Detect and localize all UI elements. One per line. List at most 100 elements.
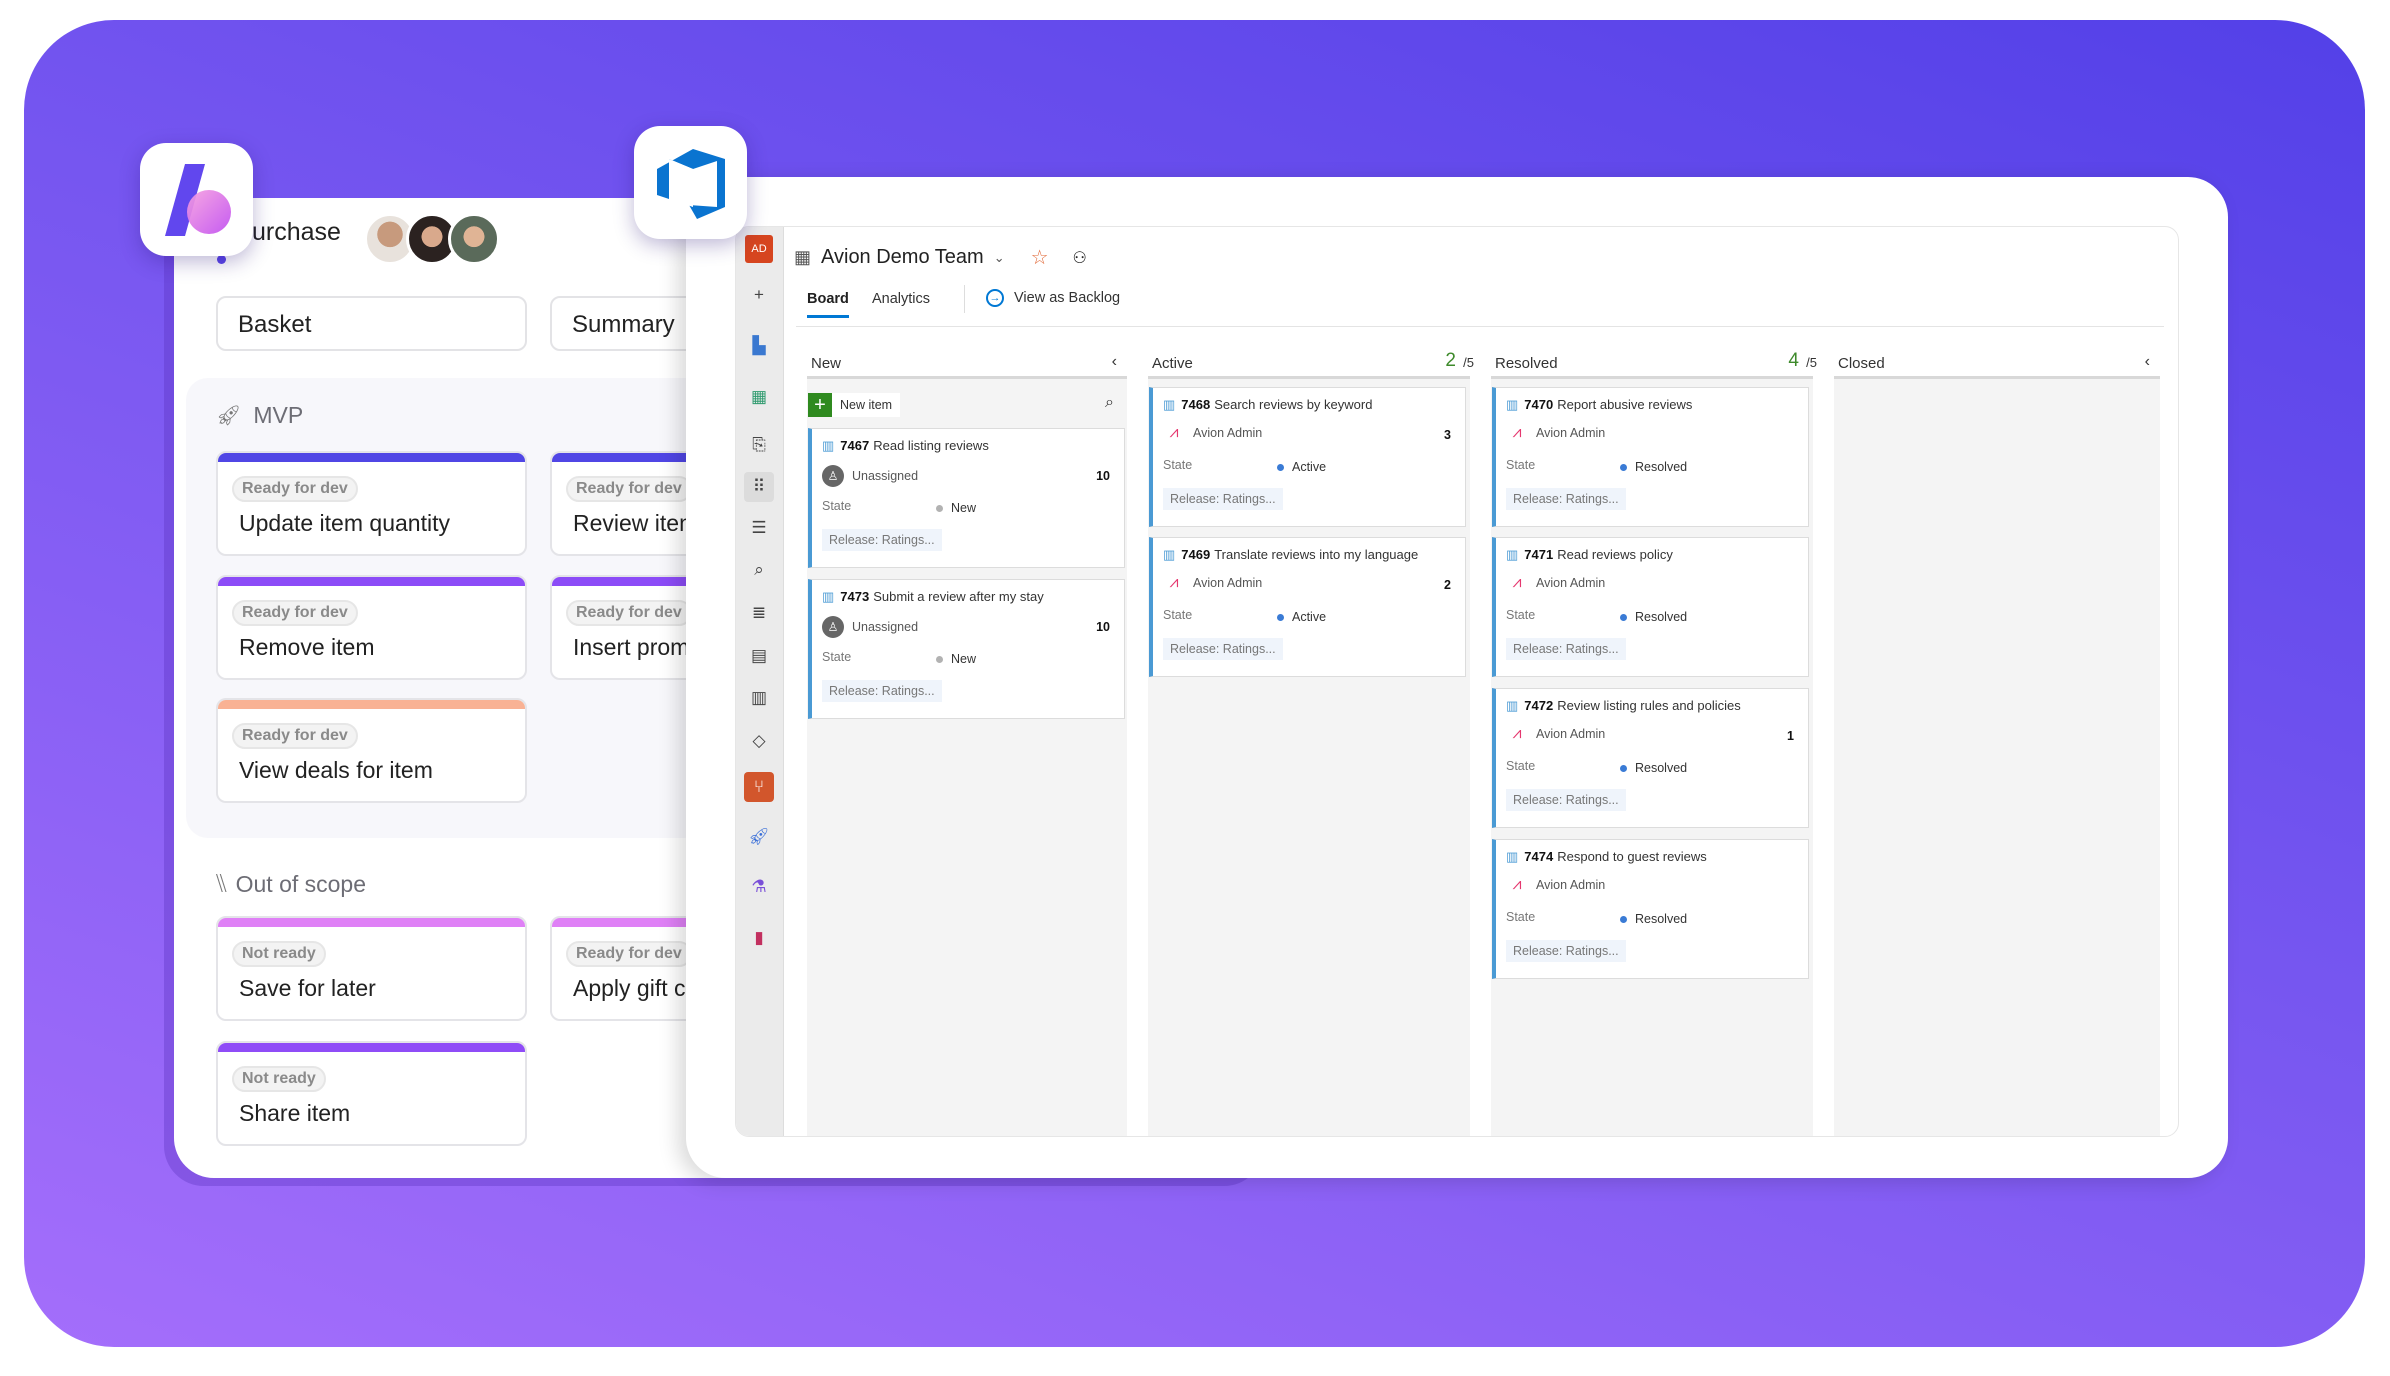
assignee[interactable]: ⩘ Avion Admin — [1506, 424, 1605, 442]
header-divider — [796, 326, 2164, 327]
tag-release[interactable]: Release: Ratings... — [822, 529, 942, 551]
user-story-icon: ▥ — [1506, 698, 1519, 713]
favorite-star-icon[interactable]: ☆ — [1031, 245, 1049, 270]
calendar-icon[interactable]: ▤ — [744, 641, 774, 671]
analytics-icon[interactable]: ▥ — [744, 683, 774, 713]
new-item-button[interactable]: + New item — [808, 393, 901, 417]
assignee-name: Unassigned — [852, 620, 919, 634]
tag-release[interactable]: Release: Ratings... — [1506, 638, 1626, 660]
assignee[interactable]: ⩘ Avion Admin — [1163, 424, 1262, 442]
backlogs-icon[interactable]: ☰ — [744, 513, 774, 543]
search-icon[interactable]: ⌕ — [1105, 394, 1114, 412]
assignee[interactable]: ⩘ Avion Admin — [1163, 574, 1262, 592]
column-name: Closed — [1838, 355, 1885, 372]
collapse-chevron-icon[interactable]: ‹ — [1112, 353, 1117, 371]
org-avatar[interactable]: AD — [745, 235, 773, 263]
tag-release[interactable]: Release: Ratings... — [1506, 789, 1626, 811]
repos-icon[interactable]: ⑂ — [744, 772, 774, 802]
assignee[interactable]: ⩘ Avion Admin — [1506, 574, 1605, 592]
state-text: Resolved — [1635, 912, 1688, 926]
add-icon[interactable]: + — [744, 280, 774, 310]
work-item-card[interactable]: ▥ 7472 Review listing rules and policies ⩘ A… — [1492, 688, 1809, 828]
work-item-id: 7470 — [1524, 397, 1554, 412]
view-as-backlog-label: View as Backlog — [1014, 290, 1121, 306]
azure-devops-logo-icon — [656, 148, 725, 219]
state-label: State — [1163, 608, 1193, 622]
overview-icon[interactable]: ▙ — [744, 331, 774, 361]
work-item-title[interactable]: Submit a review after my stay — [873, 589, 1044, 604]
assignee-name: Avion Admin — [1536, 727, 1606, 741]
artifacts-icon[interactable]: ▮ — [744, 923, 774, 953]
status-pill: Ready for dev — [566, 600, 692, 626]
assignee[interactable]: ⩘ Avion Admin — [1506, 725, 1605, 743]
work-item-card[interactable]: ▥ 7467 Read listing reviews ♙ Unassigned 10 St… — [808, 428, 1125, 568]
app-logo-icon — [164, 163, 231, 236]
avatar[interactable] — [448, 213, 500, 265]
work-item-title[interactable]: Respond to guest reviews — [1557, 849, 1707, 864]
team-members-icon[interactable]: ⚇ — [1073, 248, 1087, 268]
work-item-title[interactable]: Review listing rules and policies — [1557, 698, 1741, 713]
boards-icon[interactable]: ▦ — [744, 382, 774, 412]
feature-card[interactable]: Ready for dev View deals for item — [216, 698, 527, 803]
work-item-title[interactable]: Search reviews by keyword — [1214, 397, 1372, 412]
work-item-id: 7467 — [840, 438, 870, 453]
assignee[interactable]: ♙ Unassigned — [822, 465, 918, 487]
assignee[interactable]: ♙ Unassigned — [822, 616, 918, 638]
status-pill: Not ready — [232, 941, 326, 967]
card-title-row: ▥ 7469 Translate reviews into my language — [1163, 547, 1418, 563]
state-value[interactable]: New — [936, 501, 976, 515]
status-pill: Ready for dev — [566, 941, 692, 967]
work-items-icon[interactable]: ⎘ — [744, 430, 774, 460]
tag-release[interactable]: Release: Ratings... — [1506, 940, 1626, 962]
tag-release[interactable]: Release: Ratings... — [1506, 488, 1626, 510]
queries-icon[interactable]: ⌕ — [744, 555, 774, 585]
state-value[interactable]: Resolved — [1620, 912, 1687, 926]
status-pill: Ready for dev — [232, 723, 358, 749]
feature-card[interactable]: Not ready Save for later — [216, 916, 527, 1021]
assignee[interactable]: ⩘ Avion Admin — [1506, 876, 1605, 894]
state-value[interactable]: Active — [1277, 460, 1326, 474]
work-item-card[interactable]: ▥ 7473 Submit a review after my stay ♙ Unass… — [808, 579, 1125, 719]
card-color-bar — [218, 918, 525, 927]
feature-card[interactable]: Not ready Share item — [216, 1041, 527, 1146]
tag-release[interactable]: Release: Ratings... — [822, 680, 942, 702]
team-name[interactable]: Avion Demo Team — [821, 246, 984, 269]
story-points: 1 — [1787, 729, 1794, 743]
chevron-down-icon[interactable]: ⌄ — [994, 250, 1005, 266]
state-value[interactable]: Resolved — [1620, 761, 1687, 775]
state-text: Resolved — [1635, 610, 1688, 624]
card-title: Update item quantity — [239, 510, 450, 536]
assignee-name: Avion Admin — [1193, 426, 1263, 440]
state-value[interactable]: New — [936, 652, 976, 666]
work-item-title[interactable]: Report abusive reviews — [1557, 397, 1692, 412]
tab-board[interactable]: Board — [807, 291, 849, 318]
state-dot-icon — [936, 656, 943, 663]
work-item-title[interactable]: Read listing reviews — [873, 438, 989, 453]
work-item-title[interactable]: Read reviews policy — [1557, 547, 1673, 562]
project-dot — [217, 255, 226, 264]
work-item-card[interactable]: ▥ 7468 Search reviews by keyword ⩘ Avion Adm… — [1149, 387, 1466, 527]
story-points: 10 — [1096, 469, 1110, 483]
work-item-card[interactable]: ▥ 7474 Respond to guest reviews ⩘ Avion Admi… — [1492, 839, 1809, 979]
boards-grid-icon[interactable]: ⠿ — [744, 472, 774, 502]
state-dot-icon — [1620, 916, 1627, 923]
state-value[interactable]: Active — [1277, 610, 1326, 624]
feature-card[interactable]: Ready for dev Update item quantity — [216, 451, 527, 556]
work-item-card[interactable]: ▥ 7471 Read reviews policy ⩘ Avion Admin Stat… — [1492, 537, 1809, 677]
feature-card[interactable]: Ready for dev Remove item — [216, 575, 527, 680]
collapse-chevron-icon[interactable]: ‹ — [2145, 353, 2150, 371]
tags-icon[interactable]: ◇ — [744, 726, 774, 756]
tag-release[interactable]: Release: Ratings... — [1163, 638, 1283, 660]
state-value[interactable]: Resolved — [1620, 610, 1687, 624]
pipelines-icon[interactable]: 🚀︎ — [744, 822, 774, 852]
work-item-card[interactable]: ▥ 7470 Report abusive reviews ⩘ Avion Admin S… — [1492, 387, 1809, 527]
state-value[interactable]: Resolved — [1620, 460, 1687, 474]
work-item-card[interactable]: ▥ 7469 Translate reviews into my language ⩘… — [1149, 537, 1466, 677]
work-item-title[interactable]: Translate reviews into my language — [1214, 547, 1418, 562]
tab-basket[interactable]: Basket — [216, 296, 527, 351]
test-plans-icon[interactable]: ⚗ — [744, 872, 774, 902]
view-as-backlog-link[interactable]: → View as Backlog — [986, 289, 1120, 307]
tab-analytics[interactable]: Analytics — [872, 291, 930, 307]
tag-release[interactable]: Release: Ratings... — [1163, 488, 1283, 510]
search-list-icon[interactable]: ≣ — [744, 598, 774, 628]
